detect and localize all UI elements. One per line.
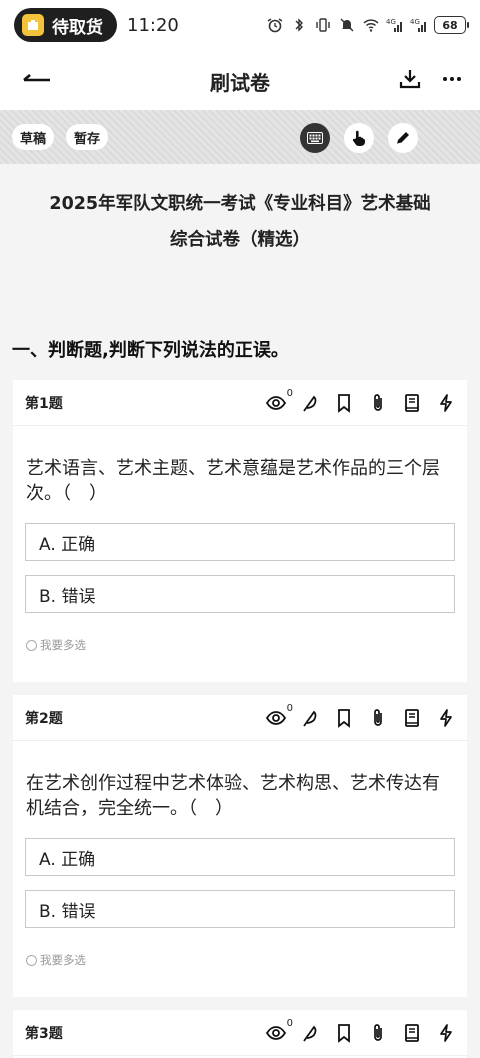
eye-count: 0 xyxy=(286,702,293,714)
radio-icon xyxy=(26,954,37,966)
exam-title-line2: 综合试卷（精选） xyxy=(170,230,310,250)
more-icon[interactable] xyxy=(440,67,464,91)
option-a[interactable]: A. 正确 xyxy=(25,838,455,876)
download-icon[interactable] xyxy=(398,67,422,91)
save-draft-button[interactable]: 暂存 xyxy=(66,124,109,150)
question-number: 第3题 xyxy=(25,1025,63,1042)
wifi-icon xyxy=(363,19,379,32)
options-list: A. 正确 B. 错误 xyxy=(13,821,467,928)
question-actions: 0 xyxy=(265,388,457,414)
options-list: A. 正确 B. 错误 xyxy=(13,506,467,613)
eye-count: 0 xyxy=(286,387,293,399)
package-icon xyxy=(22,14,44,36)
notebook-icon[interactable] xyxy=(401,392,423,414)
exam-title-line1: 2025年军队文职统一考试《专业科目》艺术基础 xyxy=(49,194,431,214)
eye-icon[interactable]: 0 xyxy=(265,703,293,729)
keyboard-button[interactable] xyxy=(300,123,330,153)
battery-indicator: 68 xyxy=(434,16,469,34)
bookmark-icon[interactable] xyxy=(333,392,355,414)
question-card: 第1题 0 艺术语言、艺术主题、艺术意蕴是艺术作品的三个层次。（ ） A. 正确… xyxy=(13,380,467,682)
vibrate-icon xyxy=(316,18,330,32)
question-actions: 0 xyxy=(265,703,457,729)
section-title: 一、判断题,判断下列说法的正误。 xyxy=(12,340,289,361)
eye-count: 0 xyxy=(286,1017,293,1029)
keyboard-icon xyxy=(307,132,323,144)
question-text: 在艺术创作过程中艺术体验、艺术构思、艺术传达有机结合，完全统一。（ ） xyxy=(26,773,440,819)
svg-text:4G: 4G xyxy=(410,18,420,26)
draft-button[interactable]: 草稿 xyxy=(12,124,55,150)
feather-icon[interactable] xyxy=(299,707,321,729)
question-number: 第2题 xyxy=(25,710,63,727)
paperclip-icon[interactable] xyxy=(367,707,389,729)
notebook-icon[interactable] xyxy=(401,707,423,729)
option-b[interactable]: B. 错误 xyxy=(25,575,455,613)
status-bar: 待取货 11:20 4G 4G 68 xyxy=(0,0,480,50)
mute-icon xyxy=(340,18,354,32)
question-card: 第2题 0 在艺术创作过程中艺术体验、艺术构思、艺术传达有机结合，完全统一。（ … xyxy=(13,695,467,997)
clock: 11:20 xyxy=(127,14,179,36)
exam-title: 2025年军队文职统一考试《专业科目》艺术基础 综合试卷（精选） xyxy=(16,186,464,258)
question-card: 第3题 0 xyxy=(13,1010,467,1058)
question-header: 第2题 0 xyxy=(13,695,467,741)
question-actions: 0 xyxy=(265,1018,457,1044)
notebook-icon[interactable] xyxy=(401,1022,423,1044)
option-b[interactable]: B. 错误 xyxy=(25,890,455,928)
bookmark-icon[interactable] xyxy=(333,1022,355,1044)
lightning-icon[interactable] xyxy=(435,392,457,414)
pickup-pill[interactable]: 待取货 xyxy=(14,8,117,42)
feather-icon[interactable] xyxy=(299,392,321,414)
option-a[interactable]: A. 正确 xyxy=(25,523,455,561)
signal-icon-1: 4G xyxy=(386,18,402,32)
hand-pointer-icon xyxy=(352,130,365,146)
pickup-label: 待取货 xyxy=(52,17,103,38)
question-text: 艺术语言、艺术主题、艺术意蕴是艺术作品的三个层次。（ ） xyxy=(26,458,440,504)
question-header: 第1题 0 xyxy=(13,380,467,426)
multi-select-toggle[interactable]: 我要多选 xyxy=(13,613,467,653)
question-number: 第1题 xyxy=(25,395,63,412)
pen-button[interactable] xyxy=(388,123,418,153)
paperclip-icon[interactable] xyxy=(367,392,389,414)
bookmark-icon[interactable] xyxy=(333,707,355,729)
pencil-icon xyxy=(396,132,409,145)
alarm-icon xyxy=(267,18,283,33)
radio-icon xyxy=(26,639,37,651)
eye-icon[interactable]: 0 xyxy=(265,1018,293,1044)
feather-icon[interactable] xyxy=(299,1022,321,1044)
touch-mode-button[interactable] xyxy=(344,123,374,153)
status-icons: 4G 4G 68 xyxy=(266,16,469,34)
svg-text:4G: 4G xyxy=(386,18,396,26)
multi-select-label: 我要多选 xyxy=(40,638,86,652)
paperclip-icon[interactable] xyxy=(367,1022,389,1044)
signal-icon-2: 4G xyxy=(410,18,426,32)
nav-bar: 刷试卷 xyxy=(0,50,480,110)
question-header: 第3题 0 xyxy=(13,1010,467,1056)
multi-select-toggle[interactable]: 我要多选 xyxy=(13,928,467,968)
multi-select-label: 我要多选 xyxy=(40,953,86,967)
back-arrow-icon[interactable] xyxy=(20,68,52,92)
bluetooth-icon xyxy=(295,18,303,32)
lightning-icon[interactable] xyxy=(435,1022,457,1044)
eye-icon[interactable]: 0 xyxy=(265,388,293,414)
lightning-icon[interactable] xyxy=(435,707,457,729)
